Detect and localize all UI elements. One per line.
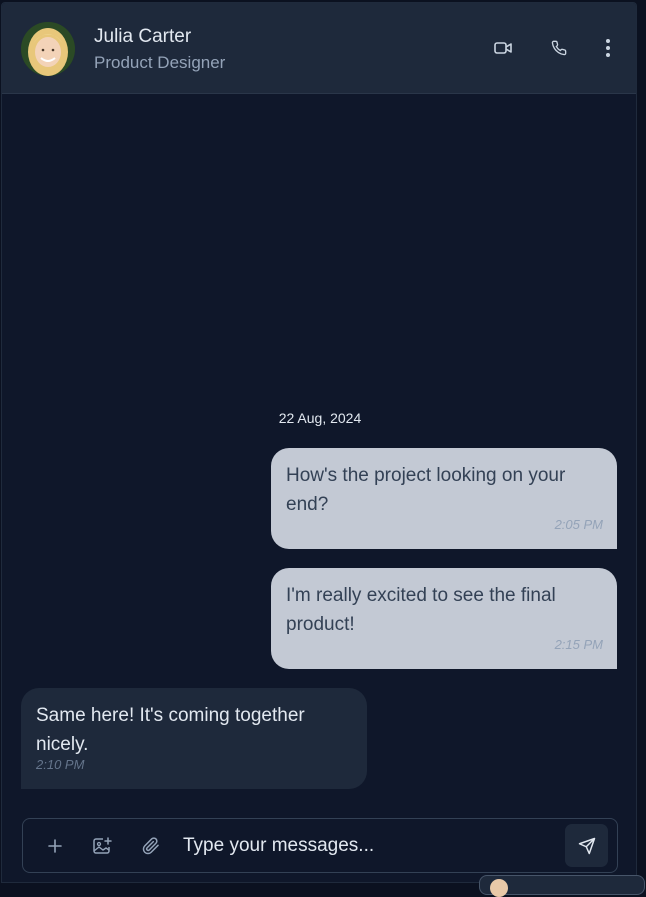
message-bubble-outgoing: I'm really excited to see the final prod… xyxy=(271,568,617,669)
message-input[interactable] xyxy=(183,829,553,863)
message-bubble-outgoing: How's the project looking on your end? 2… xyxy=(271,448,617,549)
message-composer xyxy=(22,818,618,873)
message-time: 2:10 PM xyxy=(36,757,85,772)
contact-role: Product Designer xyxy=(94,53,226,72)
send-button[interactable] xyxy=(565,824,608,867)
message-text: How's the project looking on your end? xyxy=(286,465,566,515)
plus-icon xyxy=(48,839,62,853)
date-separator: 22 Aug, 2024 xyxy=(278,410,362,426)
avatar xyxy=(490,879,508,897)
add-image-button[interactable] xyxy=(90,833,116,859)
paperclip-icon xyxy=(142,837,159,855)
avatar[interactable] xyxy=(21,22,75,76)
video-call-button[interactable] xyxy=(491,36,515,60)
contact-name: Julia Carter xyxy=(94,26,192,47)
avatar-photo xyxy=(21,22,75,76)
phone-icon xyxy=(551,40,567,56)
more-vertical-icon xyxy=(606,39,610,57)
message-time: 2:05 PM xyxy=(554,517,603,532)
more-options-button[interactable] xyxy=(596,36,620,60)
message-text: I'm really excited to see the final prod… xyxy=(286,585,556,635)
image-add-icon xyxy=(93,837,112,854)
message-bubble-incoming: Same here! It's coming together nicely. … xyxy=(21,688,367,789)
video-icon xyxy=(494,42,512,54)
voice-call-button[interactable] xyxy=(547,36,571,60)
message-list[interactable]: 22 Aug, 2024 How's the project looking o… xyxy=(2,95,636,815)
message-text: Same here! It's coming together nicely. xyxy=(36,705,305,755)
add-button[interactable] xyxy=(42,833,68,859)
chat-window: Julia Carter Product Designer 22 Aug, 20… xyxy=(1,2,637,883)
send-icon xyxy=(578,837,595,854)
floating-widget-peek[interactable] xyxy=(479,875,645,897)
message-time: 2:15 PM xyxy=(554,637,603,652)
chat-header: Julia Carter Product Designer xyxy=(2,3,636,94)
attach-file-button[interactable] xyxy=(138,833,164,859)
